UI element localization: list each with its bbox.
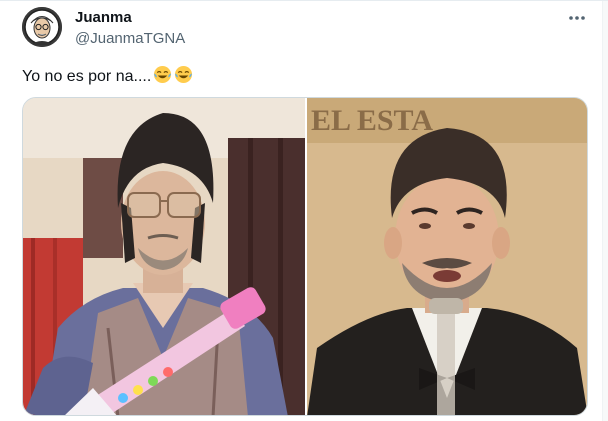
background-sign-text: EL ESTA [311,104,433,137]
author-avatar[interactable] [22,7,62,47]
avatar-illustration-icon [22,7,62,47]
media-photo-right[interactable]: EL ESTA [307,98,587,415]
tweet-text-content: Yo no es por na.... [22,68,152,85]
more-options-icon[interactable] [566,7,588,29]
tears-of-joy-emoji-icon [153,65,172,90]
media-photo-left[interactable] [23,98,305,415]
tweet-card[interactable]: Juanma @JuanmaTGNA Yo no es por na.... E… [0,0,608,421]
tears-of-joy-emoji-icon [174,65,193,90]
timeline-scroll-edge [602,1,608,421]
tweet-media-grid[interactable]: EL ESTA [22,97,588,416]
author-handle[interactable]: @JuanmaTGNA [75,30,185,48]
tweet-text: Yo no es por na.... [22,65,193,90]
author-display-name[interactable]: Juanma [75,9,132,27]
